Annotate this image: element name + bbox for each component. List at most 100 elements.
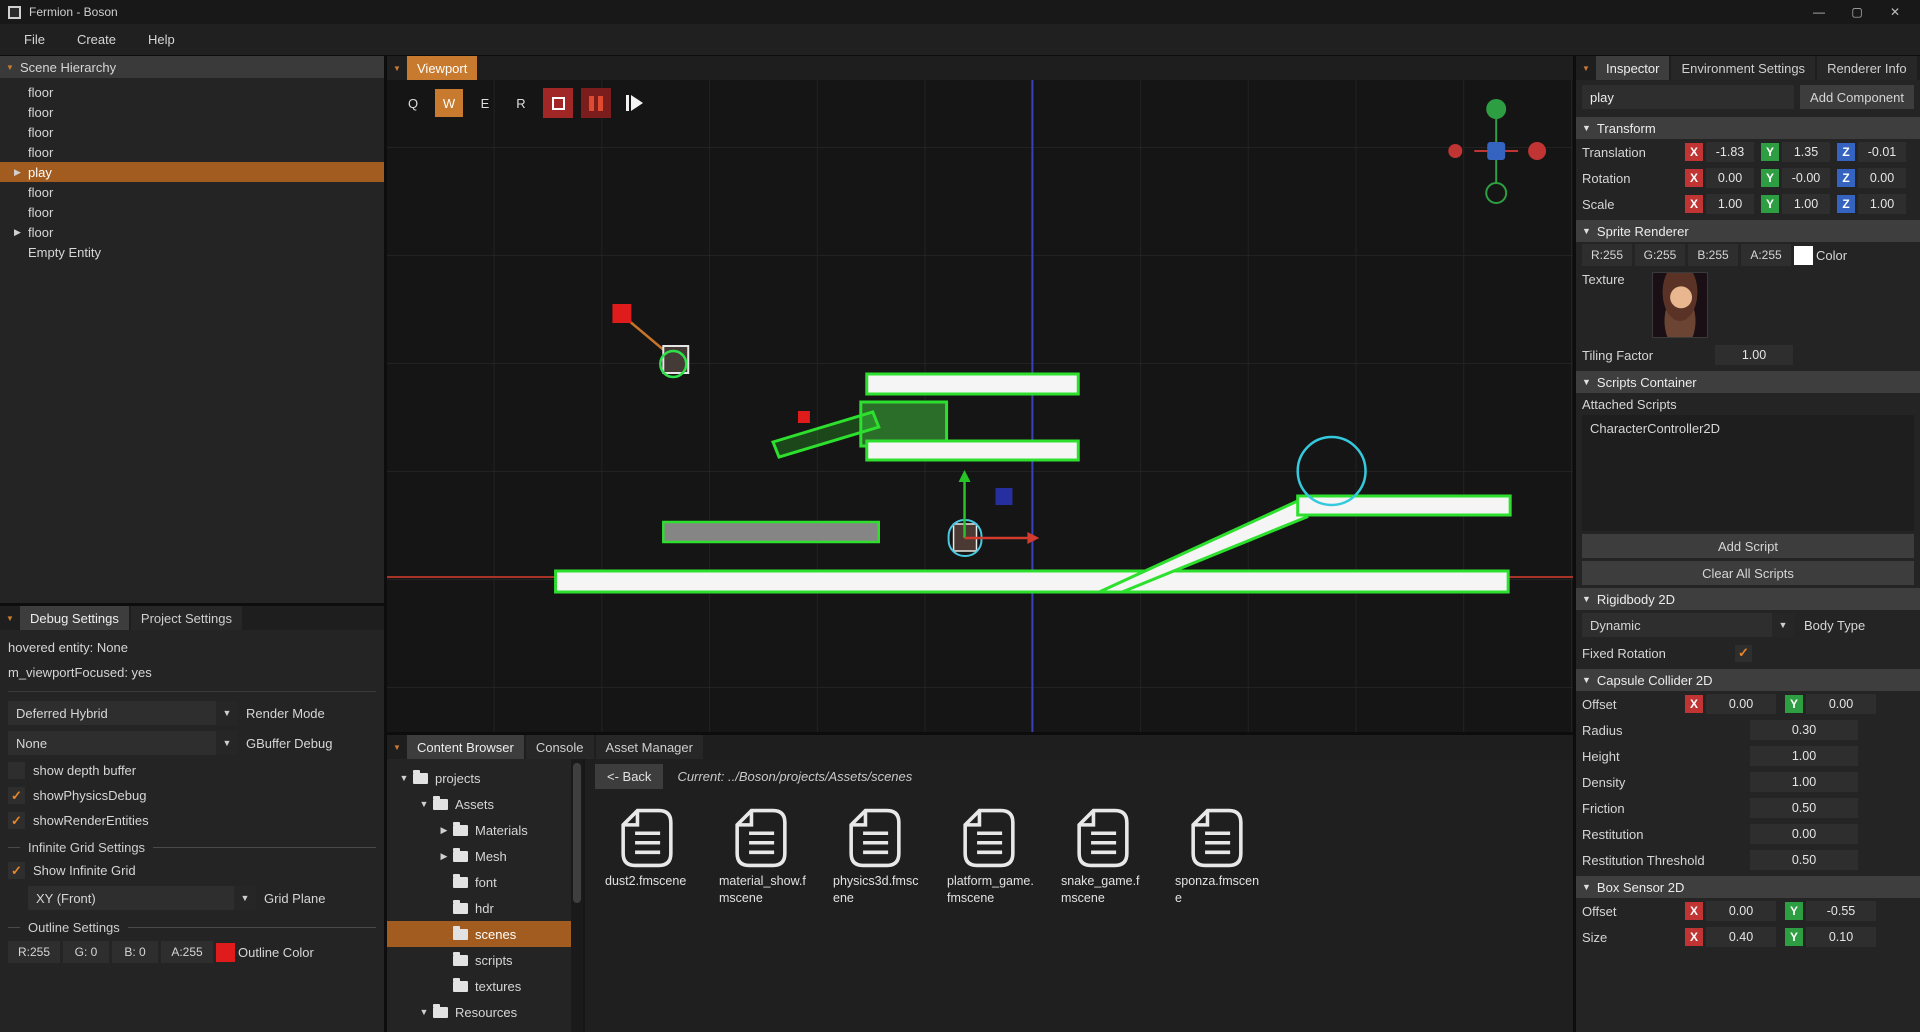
- tree-item-assets[interactable]: ▼Assets: [387, 791, 583, 817]
- box-offset-y-field[interactable]: -0.55: [1806, 901, 1876, 921]
- capsule-density-field[interactable]: 1.00: [1750, 772, 1858, 792]
- tab-debug-settings[interactable]: Debug Settings: [20, 606, 129, 630]
- capsule-offset-y-field[interactable]: 0.00: [1806, 694, 1876, 714]
- platform-ground[interactable]: [556, 571, 1509, 592]
- file-dust2[interactable]: dust2.fmscene: [601, 807, 693, 907]
- capsule-offset-x-field[interactable]: 0.00: [1706, 694, 1776, 714]
- file-snake-game[interactable]: snake_game.fmscene: [1057, 807, 1149, 907]
- tree-item-mesh[interactable]: ▶Mesh: [387, 843, 583, 869]
- box-size-y-field[interactable]: 0.10: [1806, 927, 1876, 947]
- hierarchy-item-floor[interactable]: floor: [0, 122, 384, 142]
- platform-gray[interactable]: [663, 522, 878, 542]
- scrollbar-thumb[interactable]: [573, 763, 581, 903]
- rotation-y-field[interactable]: -0.00: [1782, 168, 1830, 188]
- tree-item-scenes[interactable]: scenes: [387, 921, 583, 947]
- gizmo-z-center[interactable]: [1487, 142, 1505, 160]
- hierarchy-item-floor[interactable]: floor: [0, 182, 384, 202]
- outline-r-field[interactable]: R:255: [8, 941, 60, 963]
- translation-z-field[interactable]: -0.01: [1858, 142, 1906, 162]
- sprite-renderer-section-header[interactable]: ▼ Sprite Renderer: [1576, 220, 1920, 242]
- tab-environment-settings[interactable]: Environment Settings: [1671, 56, 1815, 80]
- scene-view[interactable]: [387, 80, 1573, 732]
- viewport-canvas[interactable]: Q W E R: [387, 80, 1573, 732]
- tab-console[interactable]: Console: [526, 735, 594, 759]
- hierarchy-item-empty-entity[interactable]: Empty Entity: [0, 242, 384, 262]
- file-platform-game[interactable]: platform_game.fmscene: [943, 807, 1035, 907]
- collapse-icon[interactable]: ▼: [387, 735, 407, 759]
- show-depth-buffer-checkbox[interactable]: [8, 762, 25, 779]
- grid-plane-select[interactable]: XY (Front) ▼: [28, 886, 256, 910]
- show-render-entities-checkbox[interactable]: ✓: [8, 812, 25, 829]
- hierarchy-item-floor[interactable]: floor: [0, 82, 384, 102]
- rotation-x-field[interactable]: 0.00: [1706, 168, 1754, 188]
- tree-scrollbar[interactable]: [571, 759, 583, 1032]
- hierarchy-item-floor[interactable]: floor: [0, 202, 384, 222]
- body-type-select[interactable]: Dynamic ▼: [1582, 613, 1794, 637]
- capsule-height-field[interactable]: 1.00: [1750, 746, 1858, 766]
- render-mode-select[interactable]: Deferred Hybrid ▼: [8, 701, 238, 725]
- tool-r-button[interactable]: R: [507, 89, 535, 117]
- back-button[interactable]: <- Back: [595, 764, 663, 789]
- collapse-icon[interactable]: ▼: [0, 63, 20, 72]
- sprite-color-swatch[interactable]: [1794, 246, 1813, 265]
- tool-e-button[interactable]: E: [471, 89, 499, 117]
- color-g-field[interactable]: G:255: [1635, 244, 1685, 266]
- file-material-show[interactable]: material_show.fmscene: [715, 807, 807, 907]
- tab-viewport[interactable]: Viewport: [407, 56, 477, 80]
- script-item-charactercontroller2d[interactable]: CharacterController2D: [1590, 421, 1906, 436]
- plank-anchor[interactable]: [798, 411, 810, 423]
- tool-w-button[interactable]: W: [435, 89, 463, 117]
- outline-g-field[interactable]: G: 0: [63, 941, 109, 963]
- expand-arrow-icon[interactable]: ▶: [14, 227, 28, 238]
- platform-top[interactable]: [867, 374, 1078, 394]
- tree-item-materials[interactable]: ▶Materials: [387, 817, 583, 843]
- color-a-field[interactable]: A:255: [1741, 244, 1791, 266]
- add-script-button[interactable]: Add Script: [1582, 534, 1914, 558]
- blue-square-entity[interactable]: [995, 488, 1012, 505]
- fixed-rotation-checkbox[interactable]: ✓: [1735, 645, 1752, 662]
- translation-x-field[interactable]: -1.83: [1706, 142, 1754, 162]
- maximize-button[interactable]: ▢: [1840, 2, 1874, 22]
- show-physics-debug-checkbox[interactable]: ✓: [8, 787, 25, 804]
- capsule-radius-field[interactable]: 0.30: [1750, 720, 1858, 740]
- outline-b-field[interactable]: B: 0: [112, 941, 158, 963]
- tool-q-button[interactable]: Q: [399, 89, 427, 117]
- tree-item-scripts[interactable]: scripts: [387, 947, 583, 973]
- gizmo-x-minus[interactable]: [1448, 144, 1462, 158]
- color-r-field[interactable]: R:255: [1582, 244, 1632, 266]
- hierarchy-item-floor[interactable]: floor: [0, 102, 384, 122]
- collapse-icon[interactable]: ▼: [1576, 56, 1596, 80]
- platform-middle[interactable]: [867, 441, 1078, 460]
- box-offset-x-field[interactable]: 0.00: [1706, 901, 1776, 921]
- scripts-container-section-header[interactable]: ▼ Scripts Container: [1576, 371, 1920, 393]
- capsule-friction-field[interactable]: 0.50: [1750, 798, 1858, 818]
- box-size-x-field[interactable]: 0.40: [1706, 927, 1776, 947]
- menu-create[interactable]: Create: [63, 27, 130, 52]
- outline-a-field[interactable]: A:255: [161, 941, 213, 963]
- gizmo-x-plus[interactable]: [1528, 142, 1546, 160]
- capsule-restitution-threshold-field[interactable]: 0.50: [1750, 850, 1858, 870]
- texture-thumbnail[interactable]: [1652, 272, 1708, 338]
- step-button[interactable]: [619, 88, 649, 118]
- tiling-factor-field[interactable]: 1.00: [1715, 345, 1793, 365]
- tab-project-settings[interactable]: Project Settings: [131, 606, 242, 630]
- anchor-entity[interactable]: [612, 304, 631, 323]
- tab-content-browser[interactable]: Content Browser: [407, 735, 524, 759]
- tab-asset-manager[interactable]: Asset Manager: [596, 735, 703, 759]
- file-sponza[interactable]: sponza.fmscene: [1171, 807, 1263, 907]
- minimize-button[interactable]: —: [1802, 2, 1836, 22]
- hierarchy-item-play[interactable]: ▶play: [0, 162, 384, 182]
- add-component-button[interactable]: Add Component: [1800, 85, 1914, 109]
- clear-all-scripts-button[interactable]: Clear All Scripts: [1582, 561, 1914, 585]
- tab-renderer-info[interactable]: Renderer Info: [1817, 56, 1917, 80]
- transform-section-header[interactable]: ▼ Transform: [1576, 117, 1920, 139]
- tree-item-hdr[interactable]: hdr: [387, 895, 583, 921]
- scale-z-field[interactable]: 1.00: [1858, 194, 1906, 214]
- entity-name-input[interactable]: play: [1582, 85, 1794, 109]
- rigidbody2d-section-header[interactable]: ▼ Rigidbody 2D: [1576, 588, 1920, 610]
- gbuffer-debug-select[interactable]: None ▼: [8, 731, 238, 755]
- scale-x-field[interactable]: 1.00: [1706, 194, 1754, 214]
- menu-file[interactable]: File: [10, 27, 59, 52]
- scale-y-field[interactable]: 1.00: [1782, 194, 1830, 214]
- rotation-z-field[interactable]: 0.00: [1858, 168, 1906, 188]
